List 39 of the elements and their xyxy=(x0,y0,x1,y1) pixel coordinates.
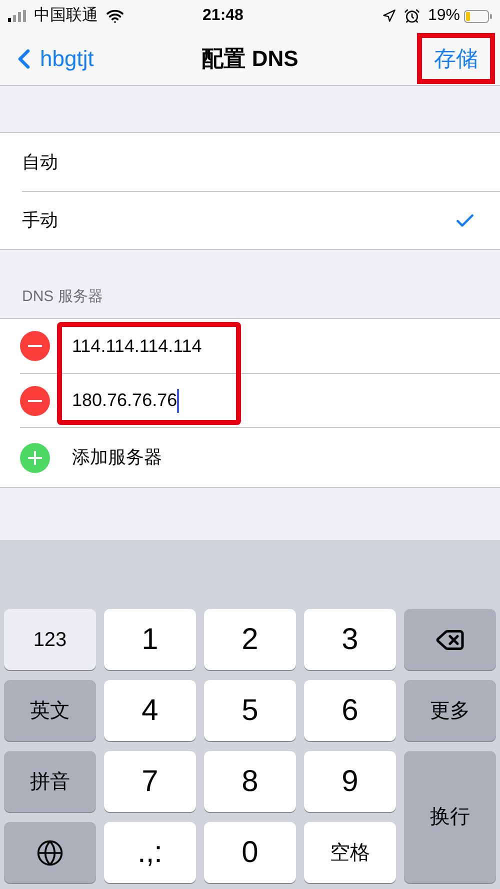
keyboard-key[interactable]: 1 xyxy=(104,609,196,670)
battery-percent: 19% xyxy=(428,6,460,26)
keyboard-key[interactable]: 5 xyxy=(204,680,296,741)
page-title: 配置 DNS xyxy=(202,45,298,73)
add-server-button[interactable]: 添加服务器 xyxy=(72,444,162,471)
keyboard-key[interactable]: 2 xyxy=(204,609,296,670)
save-button[interactable]: 存储 xyxy=(417,33,495,84)
keyboard-key[interactable]: 8 xyxy=(204,751,296,812)
delete-key[interactable] xyxy=(404,609,496,670)
globe-key[interactable] xyxy=(4,822,96,883)
mode-option[interactable]: 手动 xyxy=(22,191,500,249)
wifi-icon xyxy=(106,7,124,25)
keyboard-key[interactable]: 3 xyxy=(304,609,396,670)
back-button[interactable]: hbgtjt xyxy=(0,42,94,75)
keyboard-key[interactable]: .,: xyxy=(104,822,196,883)
keyboard-key[interactable]: 6 xyxy=(304,680,396,741)
globe-icon xyxy=(36,838,64,866)
keyboard-key[interactable]: 9 xyxy=(304,751,396,812)
section-header: DNS 服务器 xyxy=(22,286,103,306)
dns-address-field[interactable]: 180.76.76.76 xyxy=(72,387,180,414)
mode-option[interactable]: 自动 xyxy=(0,133,500,191)
alarm-icon xyxy=(404,8,420,24)
battery-icon xyxy=(464,10,492,22)
keyboard-key[interactable]: 0 xyxy=(204,822,296,883)
dns-address-field[interactable]: 114.114.114.114 xyxy=(72,332,202,360)
remove-icon[interactable] xyxy=(20,386,50,416)
keyboard-key[interactable]: 4 xyxy=(104,680,196,741)
keyboard-key[interactable]: 更多 xyxy=(404,680,496,741)
remove-icon[interactable] xyxy=(20,331,50,361)
location-icon xyxy=(382,9,396,23)
carrier-name: 中国联通 xyxy=(34,6,98,26)
clock-time: 21:48 xyxy=(202,6,244,26)
space-key[interactable]: 空格 xyxy=(304,822,396,883)
keyboard-key[interactable]: 123 xyxy=(4,609,96,670)
keyboard-key[interactable]: 英文 xyxy=(4,680,96,741)
return-key[interactable]: 换行 xyxy=(404,751,496,883)
keyboard-key[interactable]: 7 xyxy=(104,751,196,812)
keyboard-key[interactable]: 拼音 xyxy=(4,751,96,812)
add-icon[interactable] xyxy=(20,442,50,472)
